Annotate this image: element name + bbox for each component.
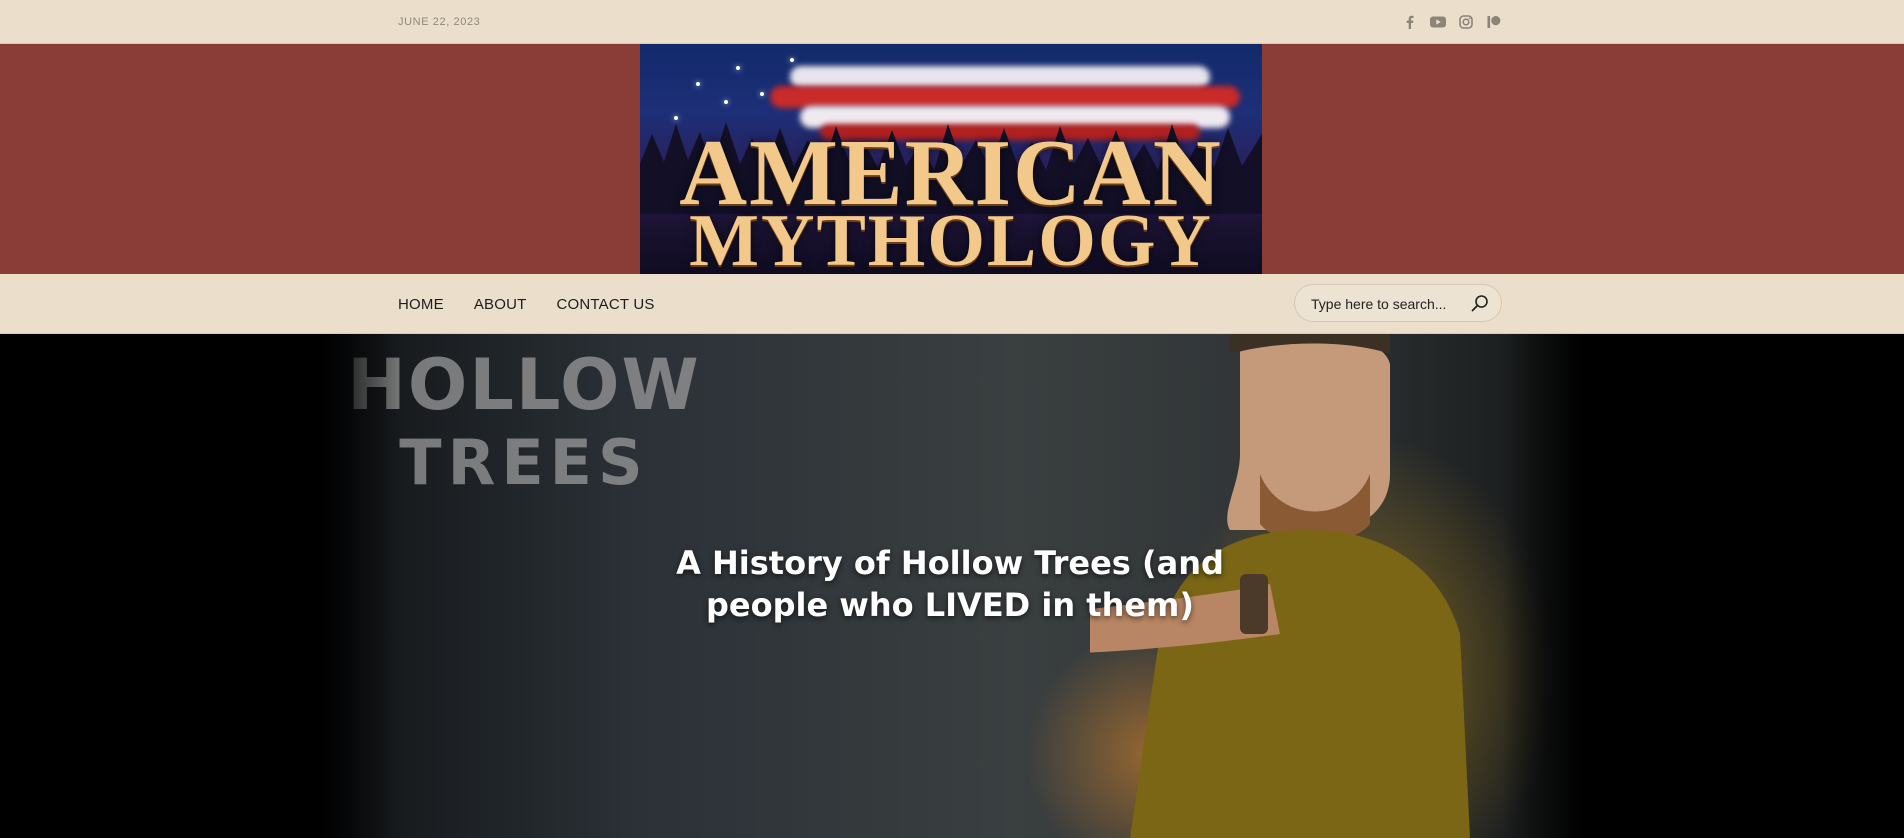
hero-fade-left (322, 334, 402, 838)
social-links (1402, 14, 1502, 30)
search-box (1294, 284, 1502, 322)
hero-fade-right (1502, 334, 1582, 838)
main-navbar: HOME ABOUT CONTACT US (0, 274, 1904, 334)
logo-title-line2: MYTHOLOGY (689, 200, 1213, 274)
hero-image-text-line2: TREES (399, 426, 649, 499)
search-input[interactable] (1309, 294, 1463, 314)
search-icon[interactable] (1471, 294, 1489, 317)
facebook-icon[interactable] (1402, 14, 1418, 30)
instagram-icon[interactable] (1458, 14, 1474, 30)
nav-item-home[interactable]: HOME (398, 296, 444, 313)
current-date: JUNE 22, 2023 (398, 16, 481, 28)
patreon-icon[interactable] (1486, 14, 1502, 30)
header-banner: AMERICAN MYTHOLOGY (0, 44, 1904, 274)
main-menu: HOME ABOUT CONTACT US (398, 296, 655, 313)
featured-post-hero[interactable]: HOLLOW TREES A History of Hollow Trees (… (0, 334, 1904, 838)
top-bar: JUNE 22, 2023 (0, 0, 1904, 44)
nav-item-contact-us[interactable]: CONTACT US (557, 296, 655, 313)
hero-post-title[interactable]: A History of Hollow Trees (and people wh… (640, 542, 1260, 626)
youtube-icon[interactable] (1430, 14, 1446, 30)
nav-item-about[interactable]: ABOUT (474, 296, 527, 313)
site-logo[interactable]: AMERICAN MYTHOLOGY (640, 44, 1262, 274)
